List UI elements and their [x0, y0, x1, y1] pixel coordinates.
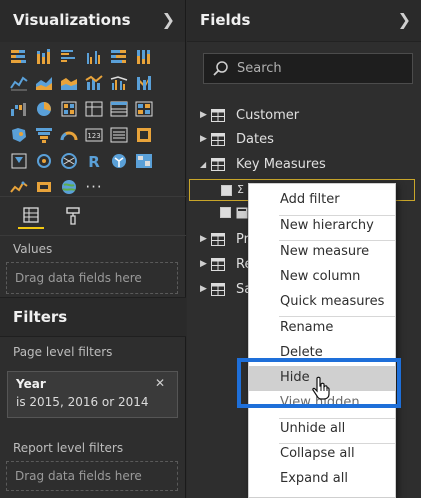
filter-field-name: Year: [16, 377, 46, 391]
clustered-bar-chart-icon[interactable]: [58, 46, 80, 68]
hand-cursor-icon: [312, 376, 330, 400]
chevron-right-icon[interactable]: ❯: [162, 10, 175, 29]
values-drop-well[interactable]: Drag data fields here: [6, 262, 178, 294]
fields-header: Fields ❯: [187, 0, 421, 42]
menu-item-quick-measures[interactable]: Quick measures: [249, 290, 395, 315]
menu-item-new-measure[interactable]: New measure: [249, 240, 395, 265]
shape-map-icon[interactable]: [8, 124, 30, 146]
expand-arrow-icon[interactable]: ▶: [200, 259, 207, 269]
line-chart-icon[interactable]: [8, 72, 30, 94]
calculator-icon: [236, 207, 248, 219]
table-name: Customer: [236, 108, 300, 123]
visualizations-tabs: [0, 196, 186, 236]
page-level-filters-label: Page level filters: [13, 345, 113, 359]
visualizations-title: Visualizations: [13, 11, 131, 29]
area-chart-icon[interactable]: [33, 72, 55, 94]
menu-item-rename[interactable]: Rename: [249, 316, 395, 341]
search-placeholder: Search: [237, 61, 282, 76]
slicer-icon[interactable]: [8, 150, 30, 172]
stacked-bar-chart-icon[interactable]: [8, 46, 30, 68]
globe-icon[interactable]: [58, 176, 80, 198]
table-name: Dates: [236, 132, 274, 147]
close-icon[interactable]: ✕: [155, 376, 165, 390]
key-influencers-icon[interactable]: [8, 176, 30, 198]
clustered-column-chart-icon[interactable]: [83, 46, 105, 68]
menu-item-add-filter[interactable]: Add filter: [249, 188, 395, 213]
more-visuals-icon[interactable]: ···: [83, 176, 105, 198]
expand-arrow-icon[interactable]: ▶: [200, 134, 207, 144]
menu-item-new-column[interactable]: New column: [249, 265, 395, 290]
globe-map-icon[interactable]: [133, 150, 155, 172]
r-visual-icon[interactable]: R: [83, 150, 105, 172]
expand-arrow-icon[interactable]: ▶: [200, 234, 207, 244]
menu-item-unhide-all[interactable]: Unhide all: [249, 417, 395, 442]
field-checkbox[interactable]: [221, 185, 232, 196]
matrix-icon[interactable]: [58, 150, 80, 172]
table-icon: [211, 233, 225, 246]
sigma-icon: Σ: [237, 183, 244, 196]
line-and-clustered-column-icon[interactable]: [108, 72, 130, 94]
donut-chart-icon[interactable]: [58, 98, 80, 120]
menu-item-collapse-all[interactable]: Collapse all: [249, 442, 395, 467]
multi-row-card-icon[interactable]: [108, 124, 130, 146]
filters-header: Filters: [0, 297, 186, 337]
table-icon: [211, 258, 225, 271]
year-filter-card[interactable]: Year is 2015, 2016 or 2014 ✕: [7, 371, 178, 418]
fields-tab-icon[interactable]: [18, 203, 44, 229]
menu-item-expand-all[interactable]: Expand all: [249, 467, 395, 492]
filled-map-icon[interactable]: [133, 98, 155, 120]
stacked-area-chart-icon[interactable]: [58, 72, 80, 94]
table-key-measures[interactable]: ◢ Key Measures: [187, 153, 421, 177]
field-checkbox[interactable]: [220, 207, 231, 218]
pie-chart-icon[interactable]: [33, 98, 55, 120]
field-context-menu: Add filter New hierarchy New measure New…: [248, 183, 396, 498]
visualizations-gallery: 123 R ···: [8, 46, 178, 202]
expand-arrow-icon[interactable]: ▶: [200, 284, 207, 294]
table-name: Key Measures: [236, 157, 326, 172]
custom-visual-card-icon[interactable]: [33, 176, 55, 198]
filters-title: Filters: [13, 308, 68, 326]
table-icon: [211, 158, 225, 171]
table-icon: [211, 109, 225, 122]
arcgis-map-icon[interactable]: [108, 150, 130, 172]
funnel-chart-icon[interactable]: [33, 124, 55, 146]
fields-title: Fields: [200, 11, 251, 29]
fields-search-input[interactable]: Search: [203, 53, 413, 84]
search-icon: [213, 61, 228, 76]
kpi-icon[interactable]: [133, 124, 155, 146]
ribbon-chart-icon[interactable]: [133, 72, 155, 94]
report-level-filters-label: Report level filters: [13, 441, 124, 455]
gauge-icon[interactable]: [58, 124, 80, 146]
treemap-icon[interactable]: [83, 98, 105, 120]
filter-condition: is 2015, 2016 or 2014: [16, 395, 149, 409]
format-paint-roller-icon[interactable]: [60, 203, 86, 229]
svg-text:123: 123: [87, 132, 100, 140]
visualizations-pane: Visualizations ❯ 123 R ··· Values Drag d…: [0, 0, 186, 498]
stacked-column-chart-icon[interactable]: [33, 46, 55, 68]
table-icon: [211, 133, 225, 146]
table-icon: [211, 283, 225, 296]
visualizations-header: Visualizations ❯: [0, 0, 185, 42]
100-stacked-column-chart-icon[interactable]: [133, 46, 155, 68]
waterfall-chart-icon[interactable]: [8, 98, 30, 120]
chevron-right-icon[interactable]: ❯: [398, 10, 411, 29]
values-label: Values: [13, 242, 53, 256]
line-and-column-chart-icon[interactable]: [83, 72, 105, 94]
menu-item-delete[interactable]: Delete: [249, 341, 395, 366]
menu-item-new-hierarchy[interactable]: New hierarchy: [249, 214, 395, 239]
report-filters-drop-well[interactable]: Drag data fields here: [6, 461, 178, 491]
svg-text:R: R: [88, 153, 100, 170]
collapse-arrow-icon[interactable]: ◢: [200, 160, 206, 169]
table-icon[interactable]: [33, 150, 55, 172]
map-icon[interactable]: [108, 98, 130, 120]
card-icon[interactable]: 123: [83, 124, 105, 146]
expand-arrow-icon[interactable]: ▶: [200, 110, 207, 120]
100-stacked-bar-chart-icon[interactable]: [108, 46, 130, 68]
table-dates[interactable]: ▶ Dates: [187, 128, 421, 152]
table-customer[interactable]: ▶ Customer: [187, 104, 421, 128]
